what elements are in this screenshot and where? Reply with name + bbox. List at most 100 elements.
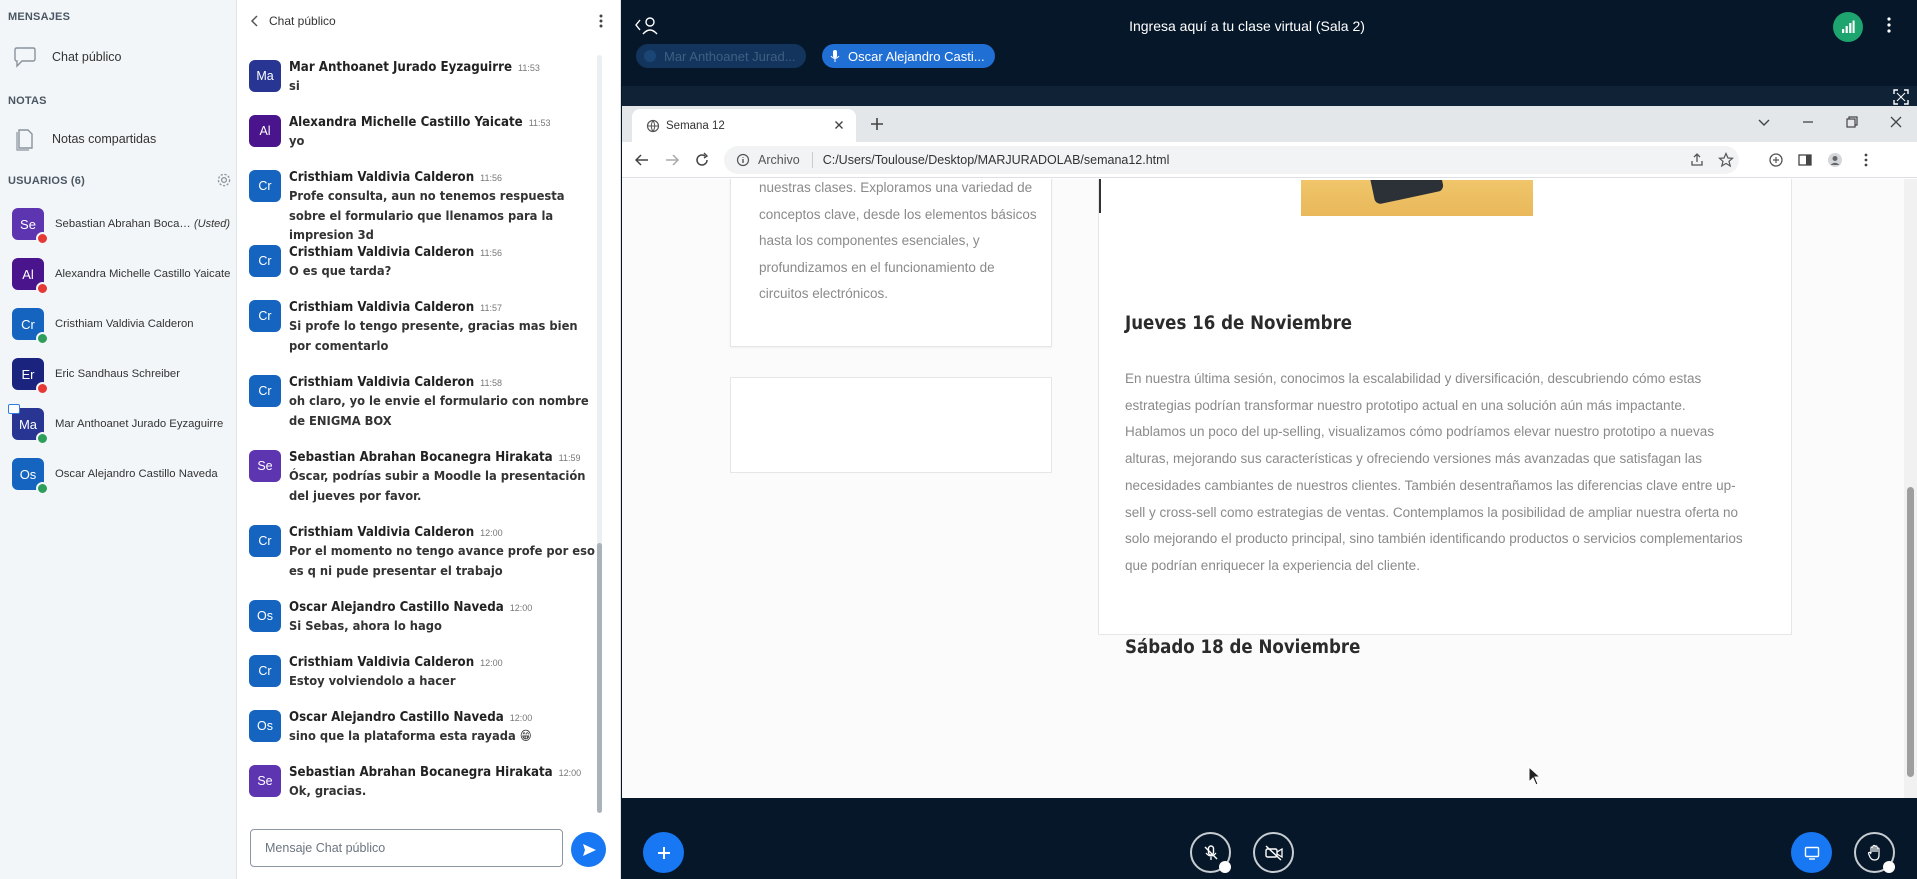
file-scheme-label: Archivo bbox=[758, 153, 800, 167]
close-icon[interactable] bbox=[832, 118, 846, 132]
talking-indicator-active[interactable]: Oscar Alejandro Casti... bbox=[822, 44, 995, 68]
meeting-action-bar bbox=[622, 798, 1917, 879]
plus-icon[interactable] bbox=[868, 115, 886, 133]
user-name: Alexandra Michelle Castillo Yaicate bbox=[55, 268, 231, 280]
avatar-initials: Se bbox=[20, 216, 36, 232]
muted-mic-icon bbox=[36, 382, 49, 395]
message-author: Cristhiam Valdivia Calderon bbox=[289, 655, 475, 670]
star-icon[interactable] bbox=[1718, 152, 1734, 168]
user-item-sebastian[interactable]: Se Sebastian Abrahan Bocaneg... (Usted) bbox=[12, 204, 236, 245]
forward-arrow-icon[interactable] bbox=[664, 152, 680, 168]
avatar: Al bbox=[249, 115, 281, 147]
side-panel-icon[interactable] bbox=[1797, 152, 1813, 168]
screen-icon bbox=[1804, 846, 1819, 860]
avatar: Se bbox=[249, 765, 281, 797]
reload-icon[interactable] bbox=[694, 152, 710, 168]
message-author: Sebastian Abrahan Bocanegra Hirakata bbox=[289, 450, 553, 465]
message-time: 11:58 bbox=[480, 378, 503, 388]
close-window-icon[interactable] bbox=[1888, 114, 1904, 130]
avatar: Ma bbox=[249, 60, 281, 92]
shared-browser-window: Semana 12 Archivo C:/Users/Toulouse/Desk… bbox=[622, 106, 1917, 798]
info-icon[interactable] bbox=[736, 153, 750, 167]
user-item-mar[interactable]: Ma Mar Anthoanet Jurado Eyzaguirre bbox=[8, 404, 236, 445]
public-chat-link[interactable]: Chat público bbox=[12, 42, 232, 72]
options-menu-icon[interactable] bbox=[1887, 17, 1891, 33]
message-text: Por el momento no tengo avance profe por… bbox=[289, 544, 595, 579]
audio-options-dot bbox=[1219, 861, 1231, 873]
minimize-icon[interactable] bbox=[1800, 114, 1816, 130]
message-author: Cristhiam Valdivia Calderon bbox=[289, 245, 475, 260]
screenshare-area: Semana 12 Archivo C:/Users/Toulouse/Desk… bbox=[622, 86, 1917, 798]
chat-title: Chat público bbox=[269, 14, 336, 28]
empty-card bbox=[730, 377, 1052, 473]
message-text: Estoy volviendolo a hacer bbox=[289, 674, 456, 689]
chat-bubble-icon bbox=[12, 45, 38, 69]
muted-mic-icon bbox=[36, 282, 49, 295]
message-author: Cristhiam Valdivia Calderon bbox=[289, 170, 475, 185]
mute-button[interactable] bbox=[1190, 832, 1231, 873]
avatar: Cr bbox=[249, 375, 281, 407]
browser-menu-icon[interactable] bbox=[1858, 152, 1874, 168]
listen-only-icon bbox=[36, 332, 49, 345]
avatar-initials: Er bbox=[21, 366, 35, 382]
notes-icon bbox=[12, 127, 38, 151]
reactions-dot bbox=[1883, 861, 1895, 873]
presenter-icon bbox=[8, 404, 20, 414]
meeting-top-bar: Ingresa aquí a tu clase virtual (Sala 2)… bbox=[622, 0, 1917, 86]
avatar: Ma bbox=[8, 404, 49, 445]
device-image bbox=[1367, 180, 1445, 205]
share-icon[interactable] bbox=[1689, 152, 1705, 168]
session-card: Jueves 16 de Noviembre En nuestra última… bbox=[1098, 179, 1792, 658]
chevron-left-icon[interactable] bbox=[247, 13, 263, 29]
message-text: yo bbox=[289, 134, 305, 149]
page-scrollbar-thumb[interactable] bbox=[1907, 487, 1914, 777]
user-item-alexandra[interactable]: Al Alexandra Michelle Castillo Yaicate bbox=[12, 254, 236, 295]
user-item-cristhiam[interactable]: Cr Cristhiam Valdivia Calderon bbox=[12, 304, 236, 345]
chat-message-input[interactable] bbox=[250, 829, 563, 867]
profile-icon[interactable] bbox=[1827, 152, 1843, 168]
web-page-content: nuestras clases. Exploramos una variedad… bbox=[622, 179, 1917, 798]
gear-icon[interactable] bbox=[216, 172, 232, 188]
listen-only-icon bbox=[36, 482, 49, 495]
raise-hand-button[interactable] bbox=[1854, 832, 1895, 873]
url-bar[interactable]: Archivo C:/Users/Toulouse/Desktop/MARJUR… bbox=[724, 146, 1739, 174]
restore-icon[interactable] bbox=[1844, 114, 1860, 130]
back-arrow-icon[interactable] bbox=[634, 152, 650, 168]
user-item-eric[interactable]: Er Eric Sandhaus Schreiber bbox=[12, 354, 236, 395]
avatar: Cr bbox=[249, 655, 281, 687]
browser-tab[interactable]: Semana 12 bbox=[632, 109, 856, 142]
muted-mic-icon bbox=[36, 232, 49, 245]
actions-plus-button[interactable] bbox=[643, 832, 684, 873]
message-text: O es que tarda? bbox=[289, 264, 392, 279]
chat-scrollbar-thumb[interactable] bbox=[597, 543, 602, 813]
url-text: C:/Users/Toulouse/Desktop/MARJURADOLAB/s… bbox=[822, 153, 1170, 167]
fullscreen-icon[interactable] bbox=[1893, 89, 1909, 105]
message-time: 11:59 bbox=[558, 453, 581, 463]
message-text: si bbox=[289, 79, 300, 94]
video-button[interactable] bbox=[1253, 832, 1294, 873]
kebab-menu-icon[interactable] bbox=[599, 14, 603, 28]
tab-title: Semana 12 bbox=[666, 119, 725, 132]
user-name: Cristhiam Valdivia Calderon bbox=[55, 318, 194, 330]
user-item-oscar[interactable]: Os Oscar Alejandro Castillo Naveda bbox=[12, 454, 236, 495]
message-time: 11:56 bbox=[480, 173, 503, 183]
message-text: oh claro, yo le envie el formulario con … bbox=[289, 394, 589, 429]
avatar: Er bbox=[12, 358, 49, 395]
message-author: Oscar Alejandro Castillo Naveda bbox=[289, 710, 504, 725]
page-scrollbar[interactable] bbox=[1904, 179, 1917, 798]
signal-bars-icon bbox=[1842, 20, 1855, 33]
message-author: Oscar Alejandro Castillo Naveda bbox=[289, 600, 504, 615]
connection-status-button[interactable] bbox=[1833, 12, 1863, 42]
send-button[interactable] bbox=[571, 832, 606, 867]
shared-notes-link[interactable]: Notas compartidas bbox=[12, 124, 232, 154]
chevron-down-icon[interactable] bbox=[1756, 114, 1772, 130]
shared-notes-label: Notas compartidas bbox=[52, 132, 157, 146]
camera-off-icon bbox=[1264, 844, 1283, 861]
listen-only-icon bbox=[36, 432, 49, 445]
muted-mic-icon bbox=[1204, 844, 1217, 860]
talking-indicator[interactable]: Mar Anthoanet Jurad... bbox=[636, 44, 806, 68]
browser-tab-strip: Semana 12 bbox=[622, 106, 1917, 142]
screenshare-button[interactable] bbox=[1791, 832, 1832, 873]
extension-icon[interactable] bbox=[1768, 152, 1784, 168]
message-text: Profe consulta, aun no tenemos respuesta… bbox=[289, 189, 565, 243]
